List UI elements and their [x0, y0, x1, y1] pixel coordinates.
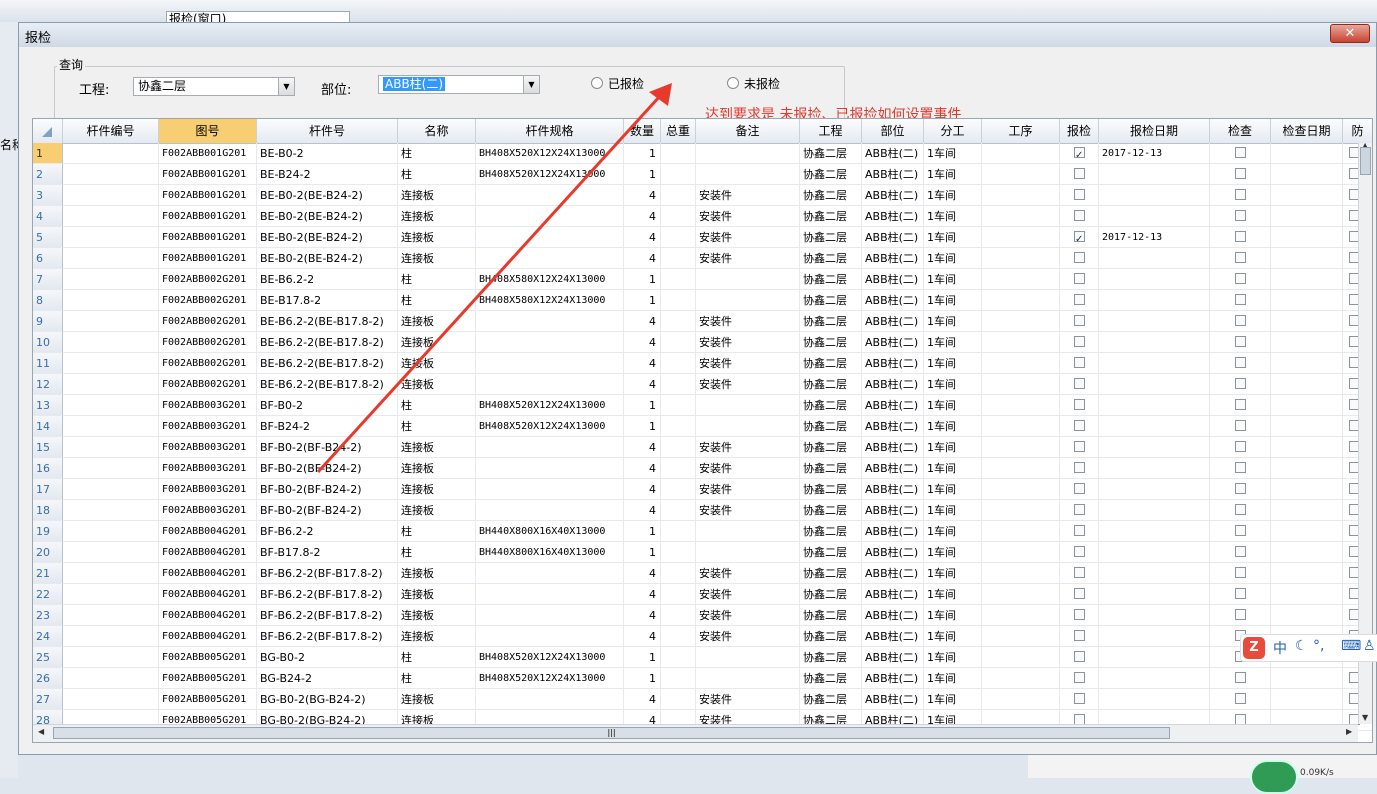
user-icon[interactable]: ♙ — [1363, 638, 1376, 654]
arrow-line — [316, 94, 662, 474]
ime-language[interactable]: 中 — [1273, 638, 1287, 658]
ime-toolbar[interactable]: Z 中 ☾ °, ⌨ ♙ — [1240, 634, 1377, 662]
keyboard-icon[interactable]: ⌨ — [1341, 638, 1361, 654]
ime-punctuation[interactable]: °, — [1313, 638, 1324, 654]
annotation-arrow — [316, 83, 672, 474]
moon-icon[interactable]: ☾ — [1295, 638, 1308, 654]
ime-logo-icon[interactable]: Z — [1243, 637, 1265, 659]
